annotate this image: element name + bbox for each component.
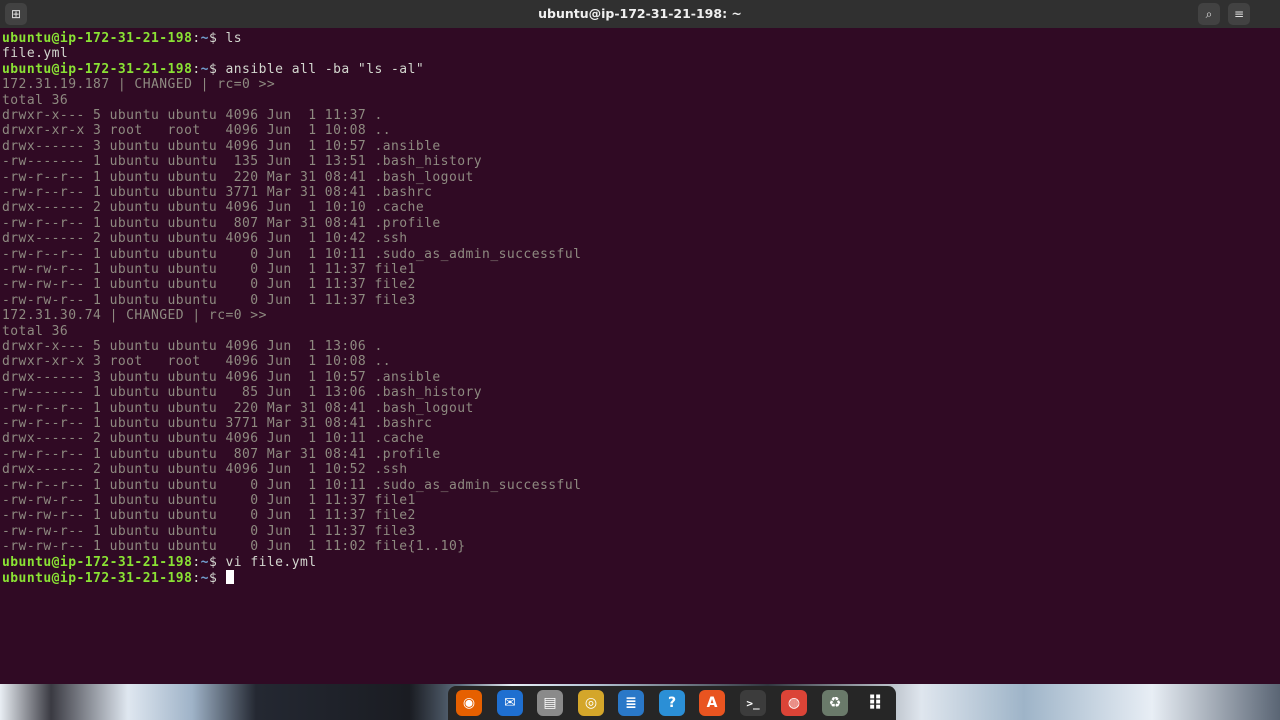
prompt-symbol: $ [208,61,218,77]
command-text: vi file.yml [217,554,317,570]
host-header: 172.31.30.74 | CHANGED | rc=0 >> [2,308,267,324]
listing-row: -rw-r--r-- 1 ubuntu ubuntu 220 Mar 31 08… [2,169,474,185]
hamburger-menu-icon[interactable]: ≡ [1228,3,1250,25]
prompt-line: ubuntu@ip-172-31-21-198:~$ ansible all -… [2,62,424,77]
listing-row: -rw------- 1 ubuntu ubuntu 85 Jun 1 13:0… [2,385,483,401]
text-cursor [225,570,234,584]
prompt-separator: : [192,31,201,46]
listing-row: drwx------ 3 ubuntu ubuntu 4096 Jun 1 10… [2,138,441,154]
prompt-symbol: $ [208,31,218,46]
command-text: ansible all -ba "ls -al" [217,61,425,77]
prompt-user: ubuntu@ip-172-31-21-198 [2,571,193,586]
command-text: ls [217,31,243,46]
listing-row: -rw-rw-r-- 1 ubuntu ubuntu 0 Jun 1 11:37… [2,493,416,508]
listing-row: drwxr-x--- 5 ubuntu ubuntu 4096 Jun 1 11… [2,108,383,123]
thunderbird-icon[interactable]: ✉ [497,690,523,716]
prompt-path: ~ [200,31,209,46]
prompt-separator: : [192,554,201,570]
dock: ◉ ✉ ▤ ◎ ≣? A >_ ◍ ♻ ⠿ [448,686,896,720]
listing-row: -rw-rw-r-- 1 ubuntu ubuntu 0 Jun 1 11:37… [2,292,416,308]
software-icon[interactable]: A [699,690,725,716]
prompt-line: ubuntu@ip-172-31-21-198:~$ ls [2,31,242,46]
search-icon[interactable]: ⌕ [1198,3,1220,25]
help-icon[interactable]: ? [659,690,685,716]
prompt-line: ubuntu@ip-172-31-21-198:~$ [2,570,234,586]
listing-row: drwxr-xr-x 3 root root 4096 Jun 1 10:08 … [2,123,392,139]
listing-row: -rw-rw-r-- 1 ubuntu ubuntu 0 Jun 1 11:37… [2,523,416,539]
rhythmbox-icon[interactable]: ◎ [578,690,604,716]
window-title: ubuntu@ip-172-31-21-198: ~ [538,6,742,21]
listing-row: -rw-rw-r-- 1 ubuntu ubuntu 0 Jun 1 11:37… [2,508,416,524]
listing-row: -rw-r--r-- 1 ubuntu ubuntu 0 Jun 1 10:11… [2,477,582,493]
files-icon[interactable]: ▤ [537,690,563,716]
trash-icon[interactable]: ♻ [822,690,848,716]
firefox-icon[interactable]: ◉ [456,690,482,716]
listing-row: drwxr-x--- 5 ubuntu ubuntu 4096 Jun 1 13… [2,339,383,354]
listing-row: drwx------ 2 ubuntu ubuntu 4096 Jun 1 10… [2,462,408,478]
window-titlebar[interactable]: ⊞ ubuntu@ip-172-31-21-198: ~ ⌕ ≡ [0,0,1280,28]
listing-row: -rw-r--r-- 1 ubuntu ubuntu 3771 Mar 31 0… [2,185,433,200]
show-apps-icon[interactable]: ⠿ [862,690,888,716]
listing-row: -rw-r--r-- 1 ubuntu ubuntu 807 Mar 31 08… [2,446,441,462]
prompt-separator: : [192,571,201,586]
listing-row: -rw-rw-r-- 1 ubuntu ubuntu 0 Jun 1 11:37… [2,262,416,277]
listing-row: drwx------ 3 ubuntu ubuntu 4096 Jun 1 10… [2,369,441,385]
listing-row: drwxr-xr-x 3 root root 4096 Jun 1 10:08 … [2,354,392,370]
host-header: 172.31.19.187 | CHANGED | rc=0 >> [2,77,276,93]
prompt-path: ~ [200,571,209,586]
listing-row: drwx------ 2 ubuntu ubuntu 4096 Jun 1 10… [2,231,408,247]
ls-output: file.yml [2,46,69,62]
listing-row: -rw-r--r-- 1 ubuntu ubuntu 3771 Mar 31 0… [2,416,433,431]
terminal-icon[interactable]: >_ [740,690,766,716]
prompt-symbol: $ [208,571,218,586]
listing-row: -rw-rw-r-- 1 ubuntu ubuntu 0 Jun 1 11:37… [2,277,416,293]
prompt-line: ubuntu@ip-172-31-21-198:~$ vi file.yml [2,555,317,570]
prompt-user: ubuntu@ip-172-31-21-198 [2,554,193,570]
prompt-user: ubuntu@ip-172-31-21-198 [2,61,193,77]
prompt-symbol: $ [208,554,218,570]
prompt-path: ~ [200,61,209,77]
prompt-path: ~ [200,554,209,570]
terminal-output[interactable]: ubuntu@ip-172-31-21-198:~$ ls file.yml ubu… [0,30,1280,682]
listing-total: total 36 [2,323,69,339]
prompt-separator: : [192,61,201,77]
listing-row: drwx------ 2 ubuntu ubuntu 4096 Jun 1 10… [2,200,425,216]
listing-row: -rw------- 1 ubuntu ubuntu 135 Jun 1 13:… [2,154,483,170]
listing-row: -rw-r--r-- 1 ubuntu ubuntu 220 Mar 31 08… [2,400,474,416]
listing-row: drwx------ 2 ubuntu ubuntu 4096 Jun 1 10… [2,431,425,447]
listing-row: -rw-r--r-- 1 ubuntu ubuntu 0 Jun 1 10:11… [2,246,582,262]
listing-row: -rw-r--r-- 1 ubuntu ubuntu 807 Mar 31 08… [2,215,441,231]
prompt-user: ubuntu@ip-172-31-21-198 [2,31,193,46]
writer-icon[interactable]: ≣ [618,690,644,716]
listing-total: total 36 [2,92,69,108]
listing-row: -rw-rw-r-- 1 ubuntu ubuntu 0 Jun 1 11:02… [2,539,466,555]
chrome-icon[interactable]: ◍ [781,690,807,716]
